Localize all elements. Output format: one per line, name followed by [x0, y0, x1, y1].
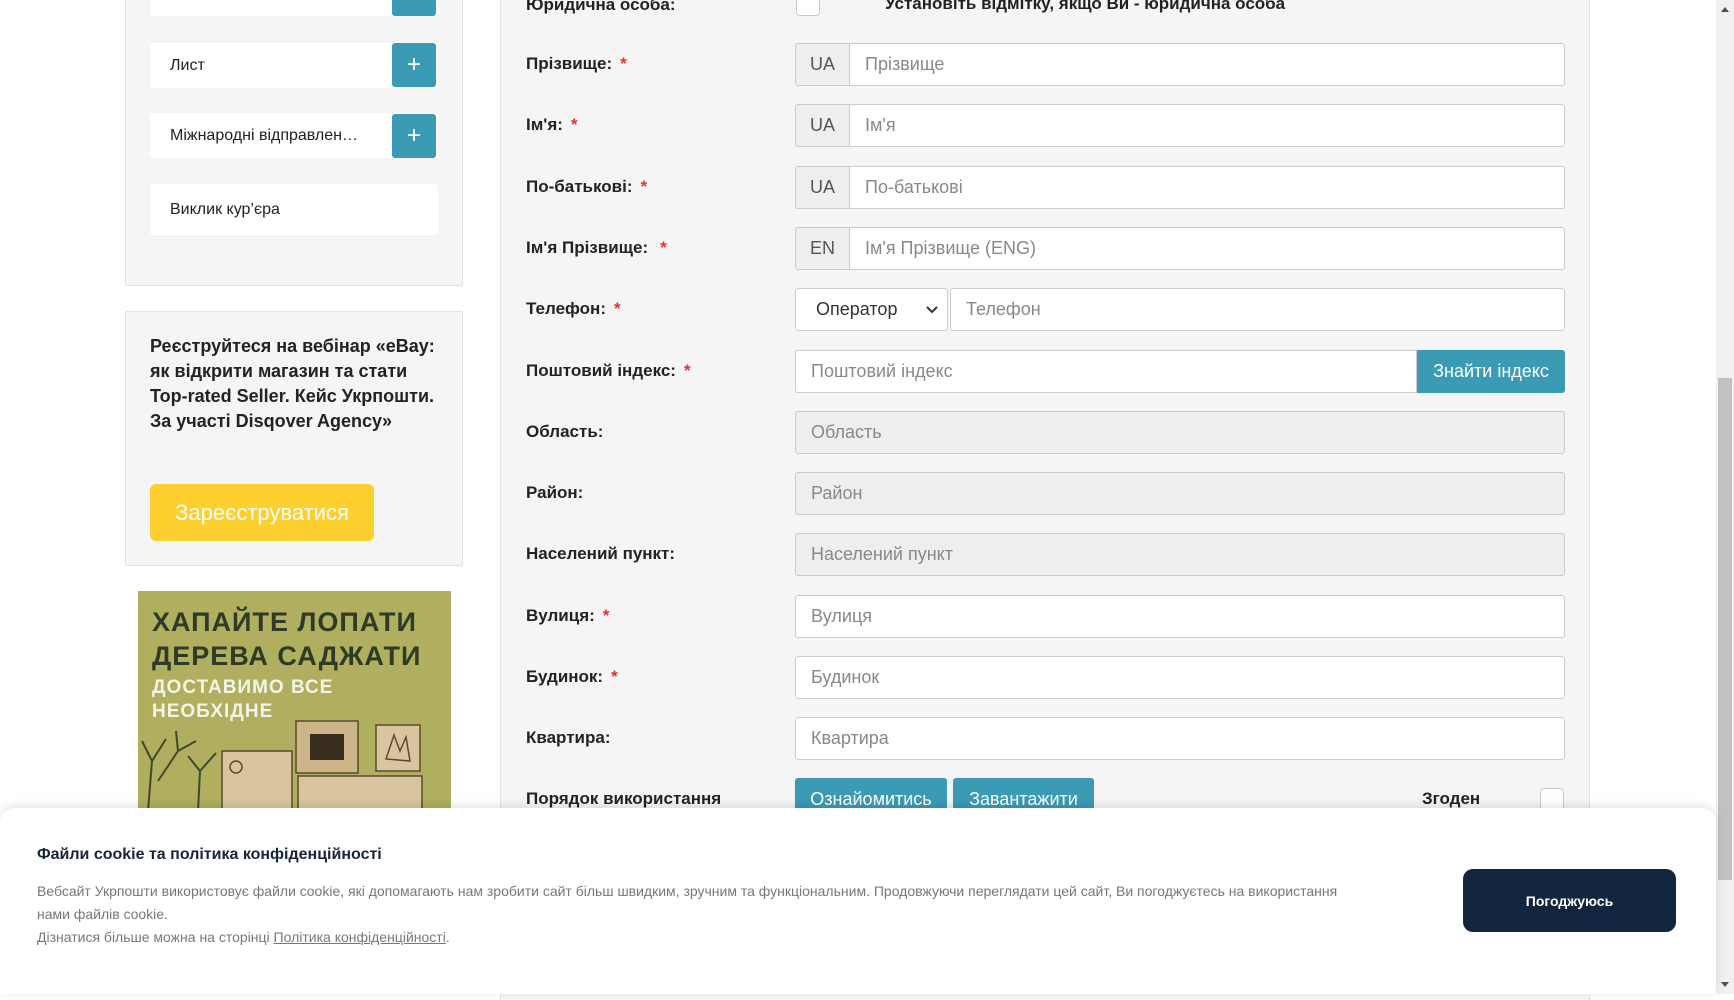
- required-mark: *: [620, 54, 627, 73]
- sidebar-item-courier[interactable]: Виклик кур’єра: [150, 184, 438, 235]
- sidebar-item-label: Виклик кур’єра: [170, 200, 280, 218]
- required-mark: *: [640, 177, 648, 196]
- patronymic-label: По-батькові: *: [526, 177, 648, 196]
- required-mark: *: [602, 606, 610, 625]
- privacy-policy-link[interactable]: Політика конфіденційності: [274, 929, 446, 945]
- fullname-en-label: Ім'я Прізвище: *: [526, 238, 667, 257]
- apartment-label: Квартира:: [526, 728, 611, 747]
- postcode-label: Поштовий індекс: *: [526, 361, 691, 380]
- plus-icon: +: [406, 51, 421, 78]
- region-input: Область: [795, 411, 1565, 454]
- fullname-en-lang-prefix: EN: [795, 227, 849, 270]
- district-input: Район: [795, 472, 1565, 515]
- surname-lang-prefix: UA: [795, 43, 849, 86]
- surname-input[interactable]: Прізвище: [849, 43, 1565, 86]
- patronymic-lang-prefix: UA: [795, 166, 849, 209]
- required-mark: *: [683, 361, 691, 380]
- scroll-up-arrow-icon[interactable]: [1716, 2, 1734, 16]
- required-mark: *: [660, 238, 667, 257]
- street-input[interactable]: Вулиця: [795, 595, 1565, 638]
- street-label: Вулиця: *: [526, 606, 610, 625]
- legal-entity-checkbox[interactable]: [796, 0, 820, 16]
- scroll-down-arrow-icon[interactable]: [1716, 978, 1734, 992]
- fullname-en-input[interactable]: Ім'я Прізвище (ENG): [849, 227, 1565, 270]
- boxes-illustration-icon: [141, 720, 423, 811]
- register-webinar-button[interactable]: Зареєструватися: [150, 484, 374, 541]
- cookie-text: Вебсайт Укрпошти використовує файли cook…: [37, 883, 1338, 945]
- house-input[interactable]: Будинок: [795, 656, 1565, 699]
- required-mark: *: [570, 115, 578, 134]
- sidebar-item-label: Міжнародні відправлен…: [170, 126, 358, 144]
- cookie-accept-button[interactable]: Погоджуюсь: [1463, 869, 1676, 932]
- sidebar-item-label: Лист: [170, 56, 205, 74]
- region-label: Область:: [526, 422, 604, 441]
- add-international-button[interactable]: +: [392, 114, 436, 158]
- sidebar-item-partial-add-button[interactable]: [392, 0, 436, 16]
- operator-select-value: Оператор: [816, 299, 898, 319]
- surname-label: Прізвище: *: [526, 54, 627, 73]
- find-postcode-button[interactable]: Знайти індекс: [1417, 350, 1565, 393]
- patronymic-input[interactable]: По-батькові: [849, 166, 1565, 209]
- name-lang-prefix: UA: [795, 104, 849, 147]
- postcode-input[interactable]: Поштовий індекс: [795, 350, 1417, 393]
- cookie-banner: Файли cookie та політика конфіденційност…: [0, 808, 1716, 994]
- apartment-input[interactable]: Квартира: [795, 717, 1565, 760]
- page-scrollbar[interactable]: [1716, 0, 1734, 994]
- webinar-text: Реєструйтеся на вебінар «eBay: як відкри…: [150, 336, 435, 431]
- chevron-down-icon: [926, 305, 938, 313]
- cookie-title: Файли cookie та політика конфіденційност…: [37, 846, 382, 863]
- required-mark: *: [614, 299, 621, 318]
- operator-select[interactable]: Оператор: [795, 288, 948, 331]
- legal-entity-label: Юридична особа:: [526, 0, 676, 14]
- legal-entity-hint: Установіть відмітку, якщо Ви - юридична …: [885, 0, 1286, 13]
- name-label: Ім'я: *: [526, 115, 578, 134]
- scrollbar-thumb[interactable]: [1718, 378, 1732, 880]
- district-label: Район:: [526, 483, 584, 502]
- city-label: Населений пункт:: [526, 544, 676, 563]
- plus-icon: +: [406, 122, 421, 149]
- phone-label: Телефон: *: [526, 299, 621, 318]
- required-mark: *: [611, 667, 618, 686]
- city-input: Населений пункт: [795, 533, 1565, 576]
- house-label: Будинок: *: [526, 667, 618, 686]
- add-letter-button[interactable]: +: [392, 43, 436, 87]
- promo-banner[interactable]: ХАПАЙТЕ ЛОПАТИ ДЕРЕВА САДЖАТИ ДОСТАВИМО …: [138, 591, 451, 811]
- name-input[interactable]: Ім'я: [849, 104, 1565, 147]
- phone-input[interactable]: Телефон: [950, 288, 1565, 331]
